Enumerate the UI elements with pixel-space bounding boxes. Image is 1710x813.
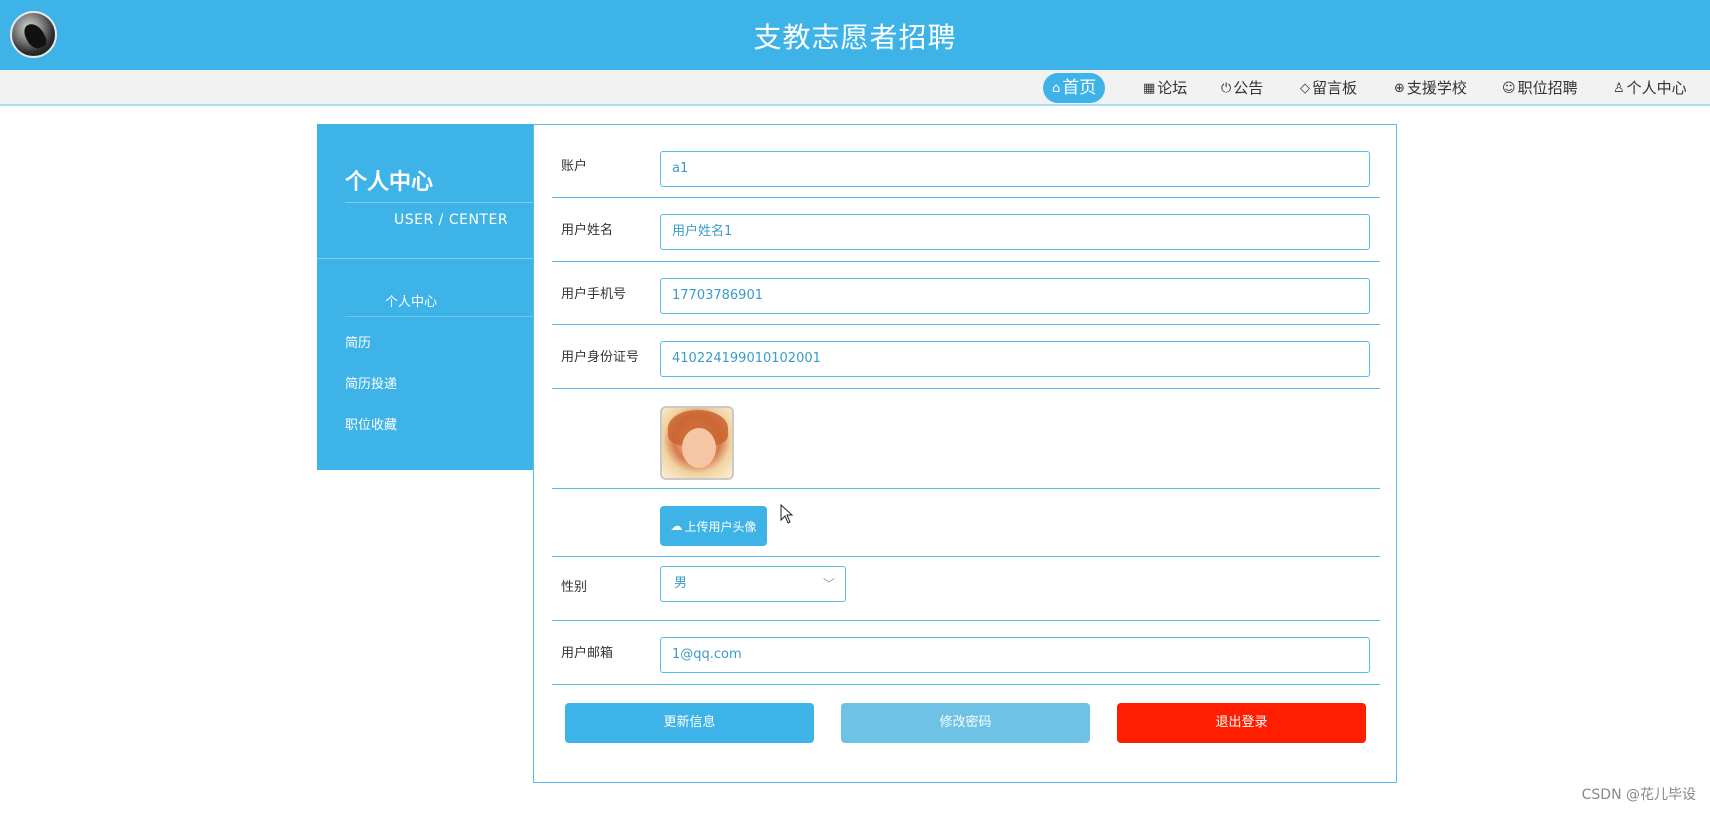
email-label: 用户邮箱 [561,646,614,661]
upload-avatar-button[interactable]: ☁ 上传用户头像 [660,506,767,546]
profile-form-panel: 账户 a1 用户姓名 用户姓名1 用户手机号 17703786901 用户身份证… [533,124,1397,783]
nav-item-home[interactable]: ⌂ 首页 [1043,73,1106,103]
nav-label: 公告 [1233,79,1264,97]
nav-label: 首页 [1062,78,1097,98]
chevron-down-icon: ﹀ [822,577,835,591]
divider [345,202,533,203]
phone-label: 用户手机号 [561,287,627,302]
user-center-sidebar: 个人中心 USER / CENTER 个人中心 简历 简历投递 职位收藏 [317,124,533,470]
account-label: 账户 [561,159,588,174]
nav-label: 支援学校 [1406,79,1467,97]
home-icon: ⌂ [1052,80,1061,96]
forum-icon: ▦ [1143,80,1156,96]
sidebar-item-resume-delivery[interactable]: 简历投递 [345,373,397,392]
form-row-gender: 性别 男 ﹀ [552,557,1380,621]
user-avatar [660,406,734,480]
divider [345,316,533,317]
nav-item-forum[interactable]: ▦ 论坛 [1143,73,1187,103]
nav-item-schools[interactable]: ⊕ 支援学校 [1394,73,1467,103]
globe-icon: ⊕ [1394,80,1405,96]
sidebar-subtitle: USER / CENTER [394,212,509,228]
name-input[interactable]: 用户姓名1 [660,214,1370,250]
nav-bar: ⌂ 首页 ▦ 论坛 ⏻ 公告 ◇ 留言板 ⊕ 支援学校 ☺ 职位招聘 ♙ 个人中… [0,70,1710,106]
nav-item-notice[interactable]: ⏻ 公告 [1221,73,1263,103]
gender-select[interactable]: 男 ﹀ [660,566,846,602]
update-info-button[interactable]: 更新信息 [565,703,814,743]
nav-item-jobs[interactable]: ☺ 职位招聘 [1502,73,1578,103]
sidebar-item-resume[interactable]: 简历 [345,332,371,351]
logout-button[interactable]: 退出登录 [1117,703,1366,743]
nav-label: 个人中心 [1626,79,1687,97]
watermark: CSDN @花儿毕设 [1581,787,1696,803]
nav-label: 论坛 [1157,79,1188,97]
tag-icon: ◇ [1300,80,1310,96]
nav-label: 留言板 [1312,79,1358,97]
upload-avatar-label: 上传用户头像 [684,519,757,534]
cloud-upload-icon: ☁ [670,519,683,533]
power-icon: ⏻ [1221,80,1232,96]
smile-icon: ☺ [1502,80,1516,96]
phone-input[interactable]: 17703786901 [660,278,1370,314]
sidebar-item-job-favorites[interactable]: 职位收藏 [345,414,397,433]
sidebar-title: 个人中心 [345,170,434,195]
email-input[interactable]: 1@qq.com [660,637,1370,673]
sidebar-item-user-center[interactable]: 个人中心 [385,291,437,310]
nav-item-message-board[interactable]: ◇ 留言板 [1300,73,1357,103]
divider [317,258,533,259]
idcard-input[interactable]: 410224199010102001 [660,341,1370,377]
mouse-cursor-icon [780,504,794,524]
user-icon: ♙ [1613,80,1625,96]
form-row-idcard: 用户身份证号 410224199010102001 [552,325,1380,389]
form-row-email: 用户邮箱 1@qq.com [552,621,1380,685]
account-input[interactable]: a1 [660,151,1370,187]
nav-item-user-center[interactable]: ♙ 个人中心 [1613,73,1687,103]
form-row-avatar [552,389,1380,489]
change-password-button[interactable]: 修改密码 [841,703,1090,743]
idcard-label: 用户身份证号 [561,350,640,365]
form-row-phone: 用户手机号 17703786901 [552,262,1380,325]
form-row-upload: ☁ 上传用户头像 [552,489,1380,557]
gender-value: 男 [674,576,688,591]
site-title: 支教志愿者招聘 [753,21,957,54]
gender-label: 性别 [561,580,588,595]
name-label: 用户姓名 [561,223,614,238]
top-header: 支教志愿者招聘 [0,0,1710,70]
avatar-face [682,428,716,468]
nav-label: 职位招聘 [1517,79,1578,97]
form-row-account: 账户 a1 [552,136,1380,198]
form-row-name: 用户姓名 用户姓名1 [552,198,1380,262]
